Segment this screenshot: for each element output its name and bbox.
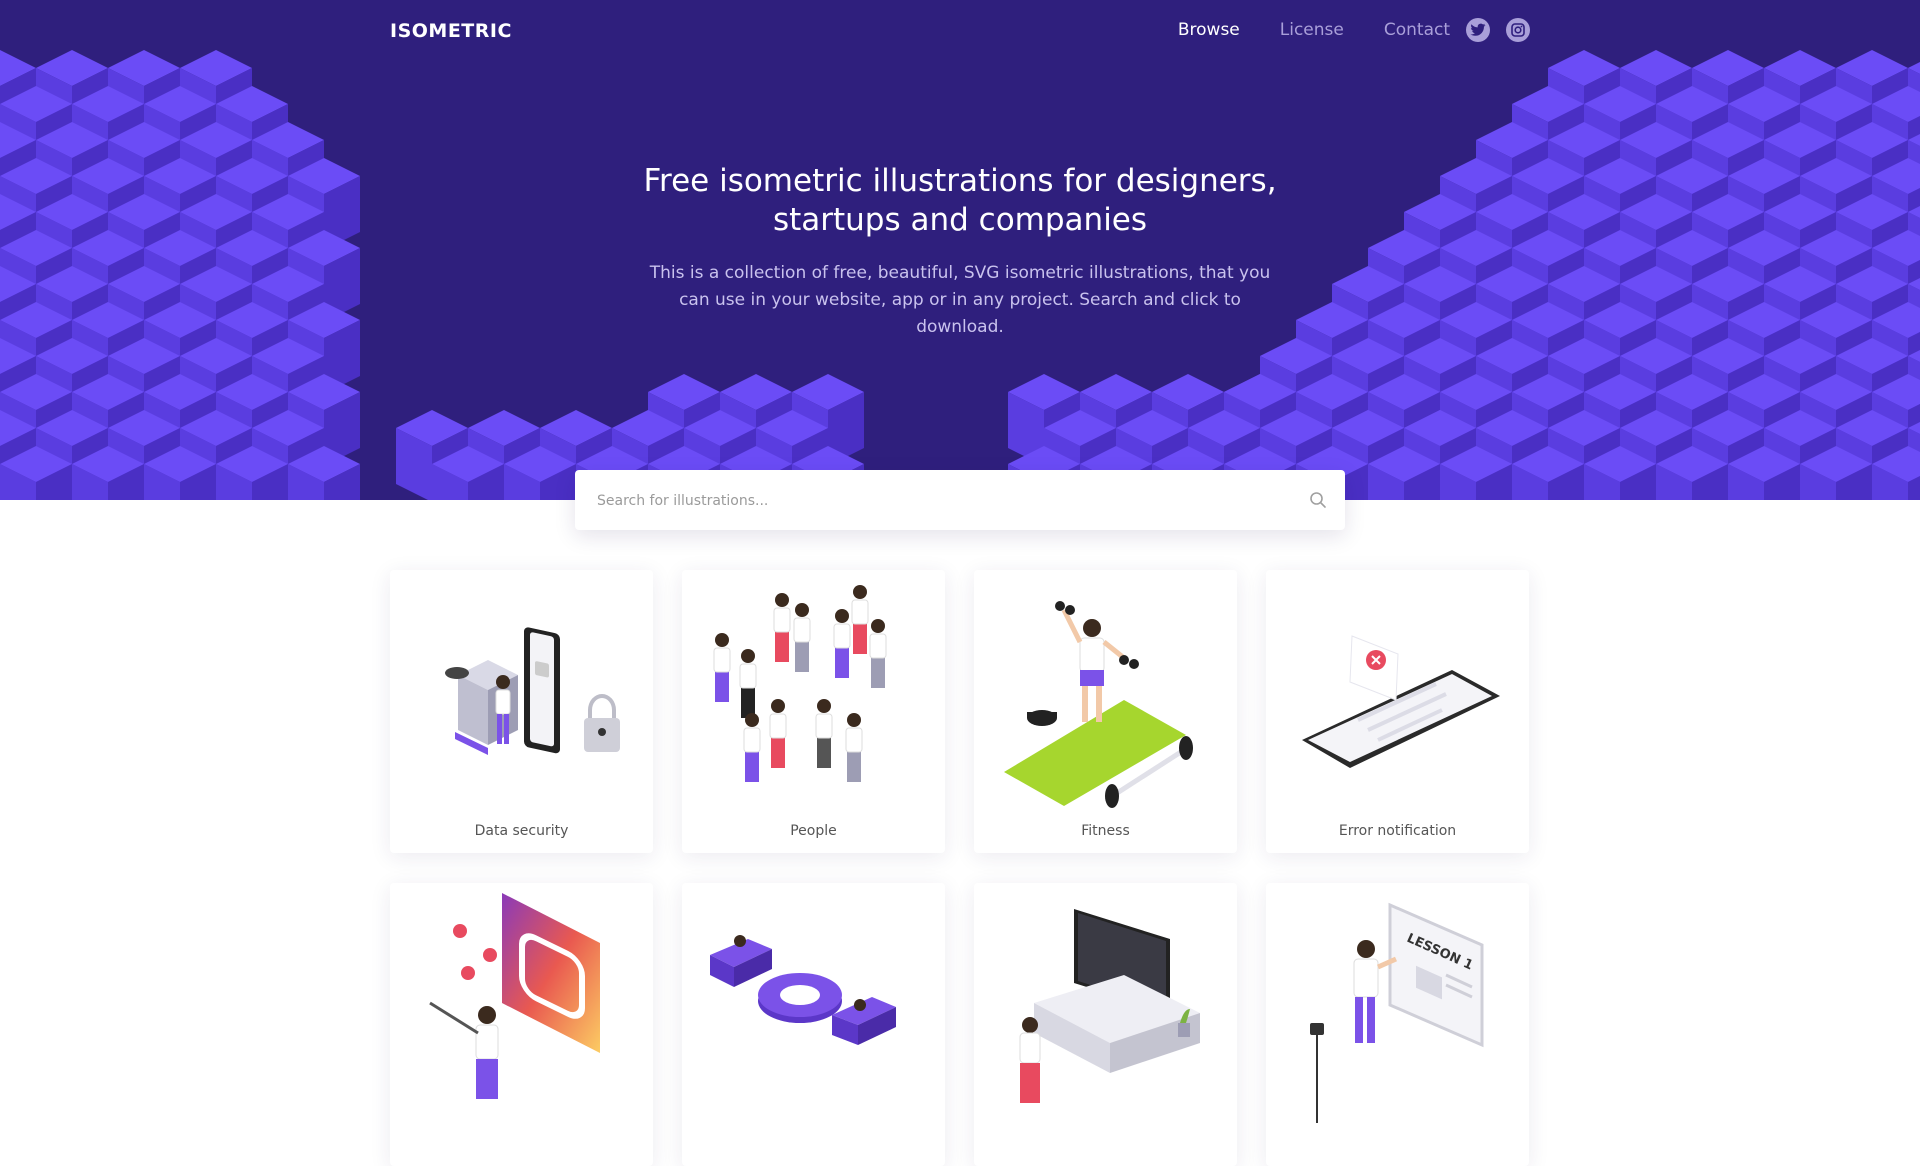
illustration-card-error-notification[interactable]: Error notification (1266, 570, 1529, 853)
nav-links: Browse License Contact (1138, 18, 1530, 42)
data-security-illustration (445, 627, 620, 755)
person-torso (845, 727, 863, 753)
person-torso (793, 617, 811, 643)
hero-title-line-1: Free isometric illustrations for designe… (643, 163, 1277, 199)
people-illustration (713, 585, 887, 782)
404-illustration (710, 935, 896, 1045)
person-head (745, 713, 759, 727)
person-legs (817, 738, 831, 768)
isometric-cubes-background (0, 50, 1920, 500)
person-head (835, 609, 849, 623)
nav-browse-link[interactable]: Browse (1178, 20, 1240, 40)
instagram-icon[interactable] (1506, 18, 1530, 42)
person-legs (795, 642, 809, 672)
person-legs (847, 752, 861, 782)
person-torso (851, 599, 869, 625)
person-legs (715, 672, 729, 702)
twitter-icon[interactable] (1466, 18, 1490, 42)
person-head (871, 619, 885, 633)
illustration-card-people[interactable]: People (682, 570, 945, 853)
illustration-card-data-security[interactable]: Data security (390, 570, 653, 853)
hero-section: ISOMETRIC Browse License Contact Free is… (0, 0, 1920, 500)
person-head (771, 699, 785, 713)
person-head (795, 603, 809, 617)
illustration-card-404[interactable] (682, 883, 945, 1166)
nav-contact-link[interactable]: Contact (1384, 20, 1450, 40)
person-head (741, 649, 755, 663)
online-lesson-illustration: LESSON 1 (1310, 902, 1484, 1123)
person-legs (853, 624, 867, 654)
card-label: People (790, 823, 837, 839)
card-label: Error notification (1338, 823, 1457, 839)
social-media-illustration (429, 893, 600, 1099)
error-notification-illustration (1302, 635, 1500, 768)
illustration-card-fitness[interactable]: Fitness (974, 570, 1237, 853)
illustration-card-living-room[interactable] (974, 883, 1237, 1166)
person-torso (769, 713, 787, 739)
person-torso (743, 727, 761, 753)
person-legs (745, 752, 759, 782)
hero-subtitle-line-2: can use in your website, app or in any p… (679, 290, 1241, 310)
top-navigation: ISOMETRIC Browse License Contact (390, 0, 1530, 64)
hero-subtitle: This is a collection of free, beautiful,… (635, 260, 1285, 341)
person-torso (833, 623, 851, 649)
person-head (817, 699, 831, 713)
fitness-illustration (1004, 601, 1193, 808)
hero-title-line-2: startups and companies (772, 202, 1148, 238)
person-torso (773, 607, 791, 633)
person-legs (835, 648, 849, 678)
person-torso (869, 633, 887, 659)
person-head (847, 713, 861, 727)
nav-license-link[interactable]: License (1280, 20, 1344, 40)
person-head (775, 593, 789, 607)
person-head (853, 585, 867, 599)
illustration-card-online-lesson[interactable]: LESSON 1 (1266, 883, 1529, 1166)
living-room-illustration (1019, 909, 1200, 1103)
person-legs (871, 658, 885, 688)
search-input[interactable] (595, 470, 1259, 532)
person-legs (775, 632, 789, 662)
person-legs (771, 738, 785, 768)
person-torso (713, 647, 731, 673)
person-head (715, 633, 729, 647)
search-bar (575, 470, 1345, 532)
person-torso (815, 713, 833, 739)
card-label: Fitness (1081, 823, 1130, 839)
site-logo[interactable]: ISOMETRIC (390, 20, 512, 42)
illustration-card-social-media[interactable] (390, 883, 653, 1166)
person-torso (739, 663, 757, 689)
hero-title: Free isometric illustrations for designe… (560, 162, 1360, 240)
search-icon[interactable] (1309, 491, 1327, 509)
hero-subtitle-line-1: This is a collection of free, beautiful,… (649, 263, 1271, 283)
hero-subtitle-line-3: download. (916, 317, 1004, 337)
card-label: Data security (474, 823, 569, 839)
